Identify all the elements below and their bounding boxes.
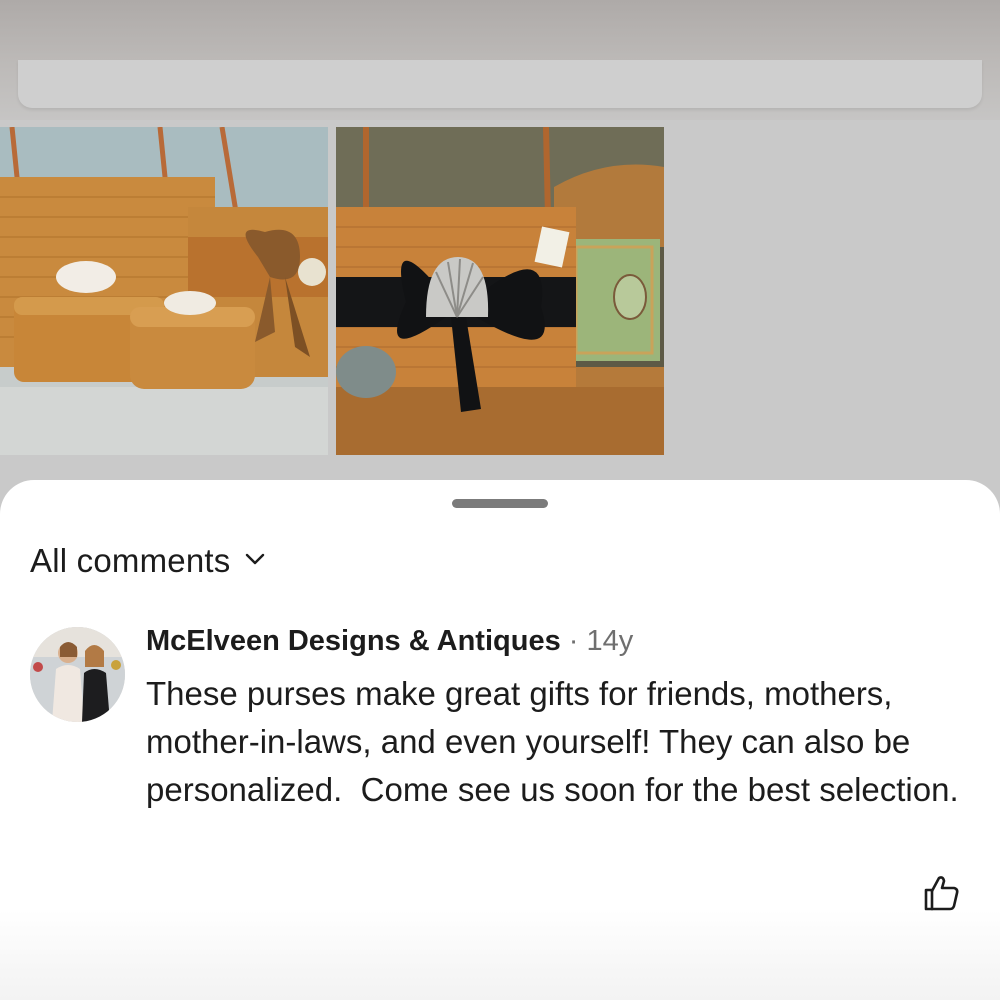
post-card-edge [18, 60, 982, 108]
comment-text: These purses make great gifts for friend… [146, 675, 959, 808]
black-bow-tote-image [336, 127, 664, 455]
comment-timestamp: 14y [586, 625, 634, 657]
post-photo-black-bow-tote[interactable] [336, 127, 664, 455]
sheet-bottom-fade [0, 910, 1000, 1000]
author-avatar[interactable] [30, 627, 125, 722]
chevron-down-icon [244, 552, 266, 571]
comment-author-name[interactable]: McElveen Designs & Antiques [146, 625, 561, 657]
comment-header: McElveen Designs & Antiques · 14y [146, 625, 633, 658]
meta-separator: · [568, 625, 579, 657]
thumbs-up-icon[interactable] [920, 872, 962, 914]
post-photo-rattan-bags[interactable] [0, 127, 328, 455]
comments-filter-dropdown[interactable]: All comments [30, 542, 266, 580]
comments-sheet: All comments McElveen Designs & Antiques… [0, 480, 1000, 1000]
sheet-drag-handle[interactable] [452, 499, 548, 508]
rattan-bags-image [0, 127, 328, 455]
comments-filter-label: All comments [30, 542, 231, 579]
